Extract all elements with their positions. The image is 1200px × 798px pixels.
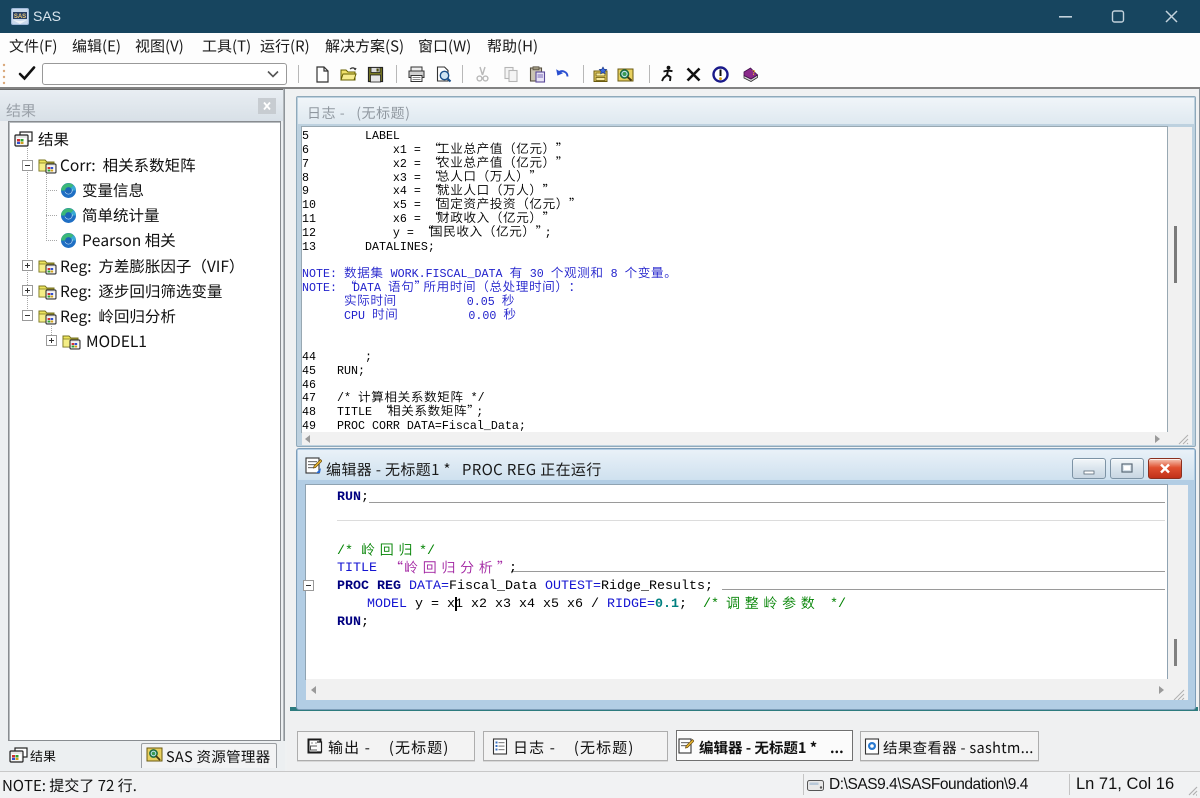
svg-text:SAS: SAS [14, 14, 26, 20]
svg-text:?: ? [752, 69, 756, 77]
